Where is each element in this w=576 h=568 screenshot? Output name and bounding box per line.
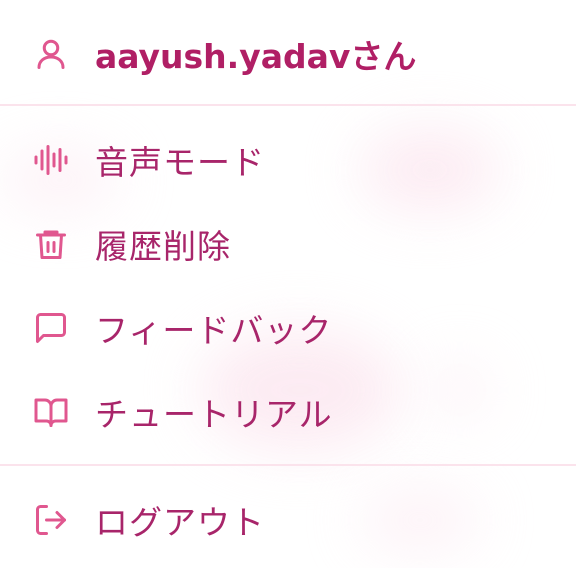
menu-item-label: フィードバック <box>95 311 333 350</box>
trash-icon <box>33 226 69 262</box>
logout-icon <box>33 502 69 538</box>
menu-item-label: チュートリアル <box>95 395 333 434</box>
user-menu: aayush.yadavさん 音声モード 履歴削除 フィードバック チュートリア… <box>0 0 576 568</box>
logout-button[interactable]: ログアウト <box>0 492 576 548</box>
divider <box>0 104 576 106</box>
menu-item-label: 履歴削除 <box>95 227 231 266</box>
menu-item-voice-mode[interactable]: 音声モード <box>0 132 576 188</box>
user-icon <box>33 36 69 72</box>
menu-item-clear-history[interactable]: 履歴削除 <box>0 216 576 272</box>
menu-item-label: 音声モード <box>95 143 265 182</box>
menu-item-tutorial[interactable]: チュートリアル <box>0 384 576 440</box>
user-name: aayush.yadavさん <box>95 37 417 76</box>
divider <box>0 464 576 466</box>
audio-waveform-icon <box>33 142 69 178</box>
book-open-icon <box>33 394 69 430</box>
message-square-icon <box>33 310 69 346</box>
logout-label: ログアウト <box>95 503 265 542</box>
user-profile-item[interactable]: aayush.yadavさん <box>0 26 576 82</box>
menu-item-feedback[interactable]: フィードバック <box>0 300 576 356</box>
